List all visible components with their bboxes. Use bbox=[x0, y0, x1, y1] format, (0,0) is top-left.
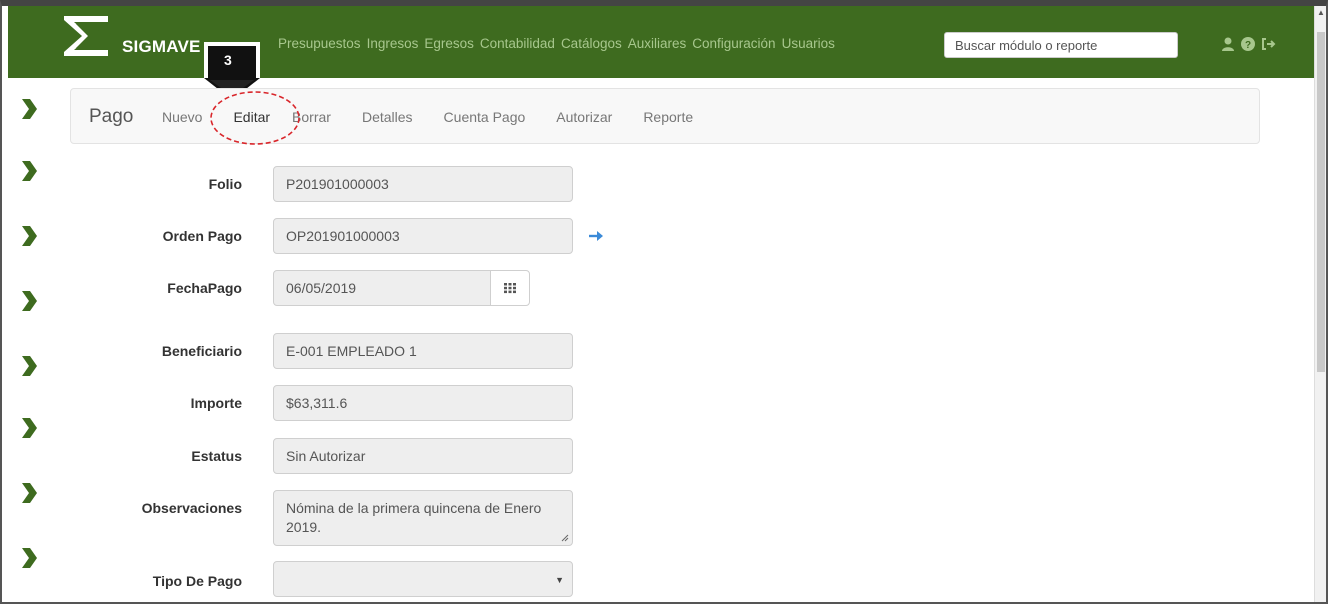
folio-label: Folio bbox=[208, 176, 242, 192]
form-row-orden-pago: Orden Pago OP201901000003 bbox=[0, 218, 900, 254]
nav-usuarios[interactable]: Usuarios bbox=[782, 36, 835, 51]
step-marker-number: 3 bbox=[224, 52, 232, 68]
cuenta-pago-button[interactable]: Cuenta Pago bbox=[444, 109, 526, 125]
logout-icon[interactable] bbox=[1260, 36, 1276, 52]
form-row-folio: Folio P201901000003 bbox=[0, 166, 900, 202]
nav-presupuestos[interactable]: Presupuestos bbox=[278, 36, 361, 51]
reporte-button[interactable]: Reporte bbox=[643, 109, 693, 125]
user-icon[interactable] bbox=[1220, 36, 1236, 52]
calendar-button[interactable] bbox=[490, 270, 530, 306]
observaciones-text: Nómina de la primera quincena de Enero 2… bbox=[286, 500, 542, 535]
observaciones-label: Observaciones bbox=[141, 500, 242, 516]
beneficiario-field[interactable]: E-001 EMPLEADO 1 bbox=[273, 333, 573, 369]
arrow-right-icon[interactable] bbox=[588, 229, 604, 243]
form-row-estatus: Estatus Sin Autorizar bbox=[0, 438, 900, 474]
scroll-up-icon[interactable]: ▲ bbox=[1317, 8, 1325, 17]
form-row-fecha-pago: FechaPago 06/05/2019 bbox=[0, 270, 900, 306]
form-row-observaciones: Observaciones Nómina de la primera quinc… bbox=[0, 490, 900, 546]
search-input[interactable] bbox=[944, 32, 1178, 58]
importe-label: Importe bbox=[190, 395, 242, 411]
observaciones-textarea[interactable]: Nómina de la primera quincena de Enero 2… bbox=[273, 490, 573, 546]
vertical-scrollbar[interactable]: ▲ bbox=[1314, 6, 1326, 602]
resize-grip-icon[interactable] bbox=[561, 534, 569, 542]
fecha-pago-label: FechaPago bbox=[167, 280, 242, 296]
nav-auxiliares[interactable]: Auxiliares bbox=[628, 36, 687, 51]
highlight-ring bbox=[210, 91, 300, 145]
nuevo-button[interactable]: Nuevo bbox=[162, 109, 202, 125]
orden-pago-field[interactable]: OP201901000003 bbox=[273, 218, 573, 254]
tipo-pago-label: Tipo De Pago bbox=[152, 573, 242, 589]
calendar-grid-icon bbox=[504, 283, 516, 294]
svg-text:?: ? bbox=[1245, 40, 1251, 51]
estatus-label: Estatus bbox=[191, 448, 242, 464]
help-icon[interactable]: ? bbox=[1240, 36, 1256, 52]
orden-pago-label: Orden Pago bbox=[162, 228, 242, 244]
beneficiario-label: Beneficiario bbox=[161, 343, 242, 359]
form-row-importe: Importe $63,311.6 bbox=[0, 385, 900, 421]
chevron-right-icon[interactable] bbox=[20, 98, 38, 120]
nav-configuracion[interactable]: Configuración bbox=[692, 36, 775, 51]
folio-field[interactable]: P201901000003 bbox=[273, 166, 573, 202]
importe-field[interactable]: $63,311.6 bbox=[273, 385, 573, 421]
tipo-pago-select[interactable]: ▼ bbox=[273, 561, 573, 597]
main-nav: Presupuestos Ingresos Egresos Contabilid… bbox=[278, 36, 835, 51]
form-row-beneficiario: Beneficiario E-001 EMPLEADO 1 bbox=[0, 333, 900, 369]
sigma-logo-icon[interactable] bbox=[62, 14, 110, 58]
estatus-field[interactable]: Sin Autorizar bbox=[273, 438, 573, 474]
nav-egresos[interactable]: Egresos bbox=[424, 36, 474, 51]
nav-contabilidad[interactable]: Contabilidad bbox=[480, 36, 555, 51]
page-title: Pago bbox=[89, 106, 134, 127]
scrollbar-thumb[interactable] bbox=[1317, 32, 1325, 372]
form-row-tipo-pago: Tipo De Pago ▼ bbox=[0, 561, 900, 597]
detalles-button[interactable]: Detalles bbox=[362, 109, 413, 125]
nav-catalogos[interactable]: Catálogos bbox=[561, 36, 622, 51]
brand-name[interactable]: SIGMAVE bbox=[122, 37, 201, 57]
fecha-pago-field[interactable]: 06/05/2019 bbox=[273, 270, 491, 306]
nav-icons: ? bbox=[1220, 36, 1276, 52]
autorizar-button[interactable]: Autorizar bbox=[556, 109, 612, 125]
nav-ingresos[interactable]: Ingresos bbox=[367, 36, 419, 51]
caret-down-icon: ▼ bbox=[555, 575, 564, 585]
